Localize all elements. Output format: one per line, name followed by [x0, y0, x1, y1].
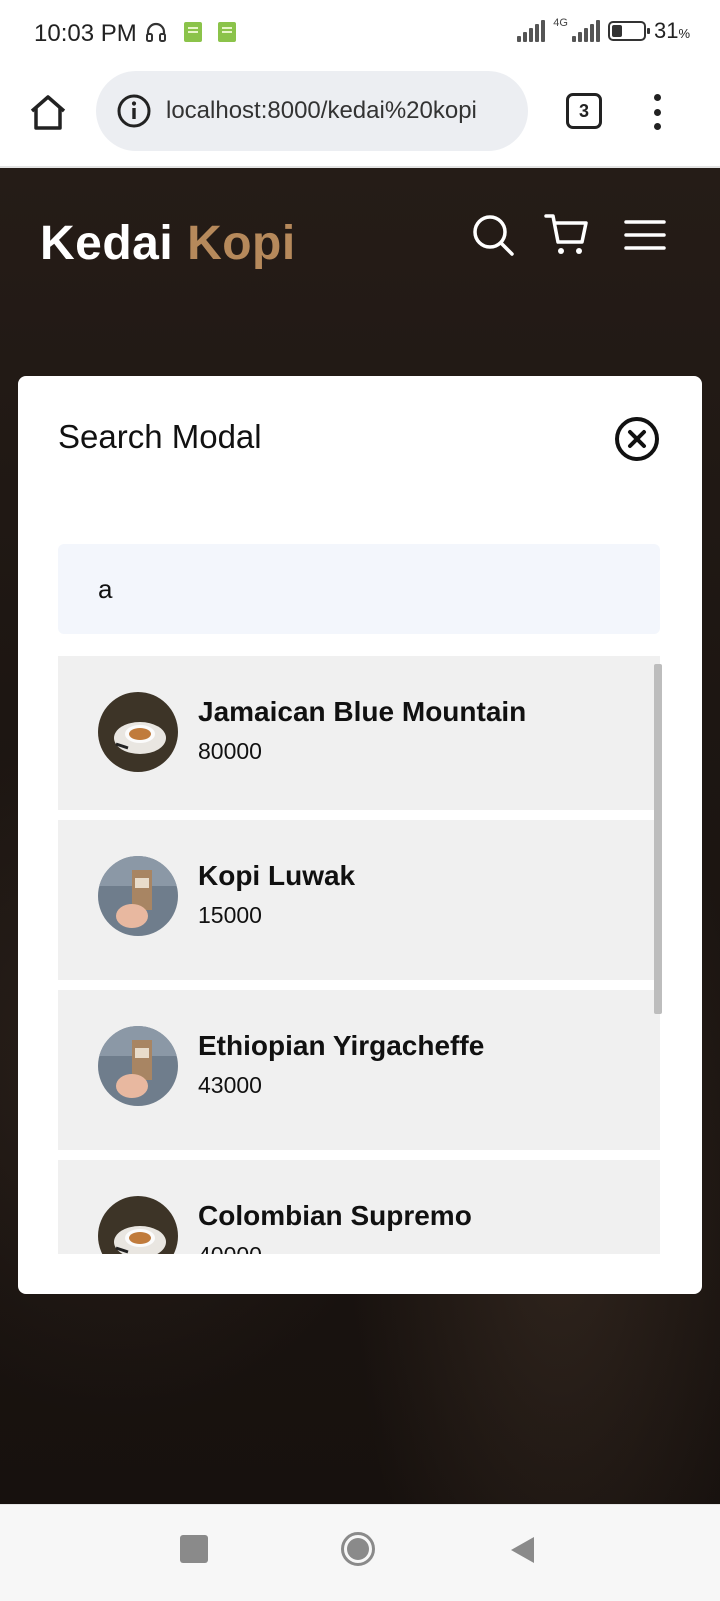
- product-name: Colombian Supremo: [198, 1200, 472, 1231]
- logo-accent: Kopi: [187, 217, 296, 270]
- info-icon[interactable]: [116, 93, 152, 129]
- status-notification-icons: [144, 20, 236, 44]
- product-price: 43000: [198, 1072, 262, 1098]
- product-image-coffee-cup: [98, 692, 178, 772]
- url-text[interactable]: localhost:8000/kedai%20kopi: [166, 97, 514, 125]
- search-icon[interactable]: [470, 212, 516, 258]
- menu-icon[interactable]: [622, 212, 668, 258]
- product-price: 80000: [198, 738, 262, 764]
- battery-fill: [611, 25, 623, 37]
- modal-title: Search Modal: [58, 418, 262, 455]
- site-logo[interactable]: Kedai Kopi: [40, 216, 296, 271]
- tabs-icon[interactable]: 3: [566, 93, 602, 129]
- back-icon[interactable]: [508, 1535, 536, 1565]
- signal-icon: [517, 20, 546, 42]
- result-item[interactable]: Kopi Luwak 15000: [58, 820, 660, 980]
- logo-primary: Kedai: [40, 217, 174, 270]
- home-icon[interactable]: [26, 90, 70, 134]
- product-image-coffee-bag: [98, 1026, 178, 1106]
- search-modal: Search Modal Jamaican Blue Mountain 8000…: [18, 376, 702, 1294]
- headphones-icon: [146, 22, 166, 42]
- search-results[interactable]: Jamaican Blue Mountain 80000 Kopi Luwak …: [58, 656, 660, 1254]
- product-image-coffee-cup: [98, 1196, 178, 1254]
- status-bar: 10:03 PM 4G 31%: [0, 0, 720, 66]
- product-name: Kopi Luwak: [198, 860, 356, 891]
- product-price: 15000: [198, 902, 262, 928]
- product-image-coffee-bag: [98, 856, 178, 936]
- battery-icon: [607, 21, 650, 41]
- address-bar[interactable]: localhost:8000/kedai%20kopi: [96, 71, 528, 151]
- network-type: 4G: [553, 17, 568, 29]
- home-icon[interactable]: [340, 1531, 376, 1567]
- product-name: Jamaican Blue Mountain: [198, 696, 527, 727]
- system-navigation-bar: [0, 1504, 720, 1601]
- app-notification-icon: [184, 22, 202, 42]
- app-notification-icon: [218, 22, 236, 42]
- product-price: 40000: [198, 1242, 262, 1254]
- browser-toolbar: localhost:8000/kedai%20kopi 3: [0, 66, 720, 168]
- signal-4g-icon: [571, 20, 600, 42]
- status-indicators: 4G 31%: [517, 17, 690, 44]
- product-name: Ethiopian Yirgacheffe: [198, 1030, 485, 1061]
- result-item[interactable]: Jamaican Blue Mountain 80000: [58, 656, 660, 810]
- close-icon[interactable]: [614, 416, 660, 462]
- search-input[interactable]: [58, 544, 660, 634]
- more-vert-icon[interactable]: [650, 94, 664, 130]
- tab-count: 3: [578, 100, 589, 121]
- recent-apps-icon[interactable]: [180, 1535, 208, 1563]
- result-item[interactable]: Ethiopian Yirgacheffe 43000: [58, 990, 660, 1150]
- battery-percent: 31%: [653, 18, 690, 43]
- results-scrollbar[interactable]: [654, 664, 662, 1014]
- result-item[interactable]: Colombian Supremo 40000: [58, 1160, 660, 1254]
- status-time: 10:03 PM: [34, 20, 137, 47]
- cart-icon[interactable]: [544, 212, 590, 258]
